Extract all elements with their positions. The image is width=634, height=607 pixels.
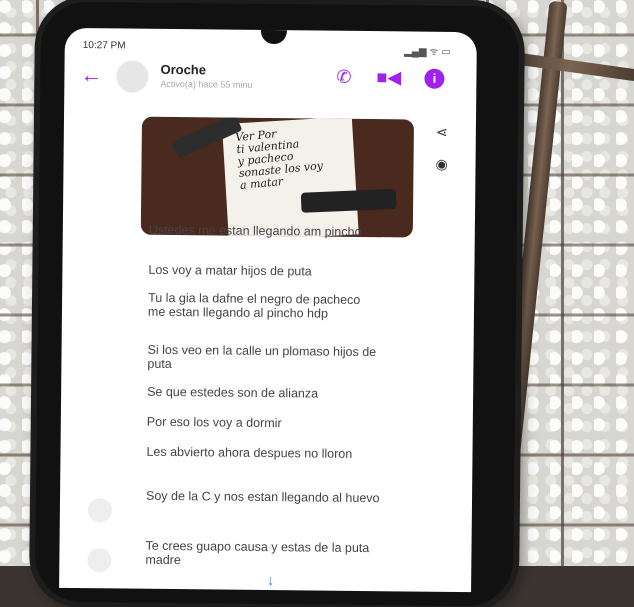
camera-notch <box>260 29 287 45</box>
arrow-down-icon[interactable]: ↓ <box>267 572 274 588</box>
shared-photo[interactable]: Ver Por ti valentina y pacheco sonaste l… <box>140 116 415 238</box>
message-text: Por eso los voy a dormir <box>146 414 282 431</box>
avatar <box>87 548 112 573</box>
active-status: Activo(a) hace 55 minu <box>160 78 253 90</box>
camera-icon[interactable]: ◉ <box>435 156 447 173</box>
message-text: Ustedes me estan llegando am pincho <box>148 222 362 239</box>
message-text: Te crees guapo causa y estas de la puta … <box>145 538 370 568</box>
status-time: 10:27 PM <box>82 40 126 52</box>
message-text: Tu la gia la dafne el negro de pacheco m… <box>147 290 361 321</box>
phone-screen: 10:27 PM ▂▄▆ ᯤ ▭ ← Oroche Activo(a) hace… <box>59 27 477 593</box>
status-icons: ▂▄▆ ᯤ ▭ <box>404 46 451 58</box>
video-icon[interactable]: ■◀ <box>376 67 401 88</box>
message-text: Si los veo en la calle un plomaso hijos … <box>147 342 377 371</box>
message-text: Los voy a matar hijos de puta <box>148 262 312 279</box>
chat-header: ← Oroche Activo(a) hace 55 minu ✆ ■◀ i <box>64 54 477 108</box>
info-icon[interactable]: i <box>424 68 445 89</box>
avatar <box>87 498 113 523</box>
handwritten-note-text: Ver Por ti valentina y pacheco sonaste l… <box>234 127 324 192</box>
pistol-shape <box>300 188 397 213</box>
phone-icon[interactable]: ✆ <box>336 67 351 88</box>
arrow-left-icon[interactable]: ← <box>80 62 102 88</box>
message-text: Les abvierto ahora despues no lloron <box>146 444 353 461</box>
message-text: Se que estedes son de alianza <box>147 384 319 401</box>
avatar[interactable] <box>116 60 149 93</box>
share-icon[interactable]: ⋖ <box>436 124 448 141</box>
contact-name[interactable]: Oroche <box>160 62 206 77</box>
message-text: Soy de la C y nos estan llegando al huev… <box>145 488 380 506</box>
